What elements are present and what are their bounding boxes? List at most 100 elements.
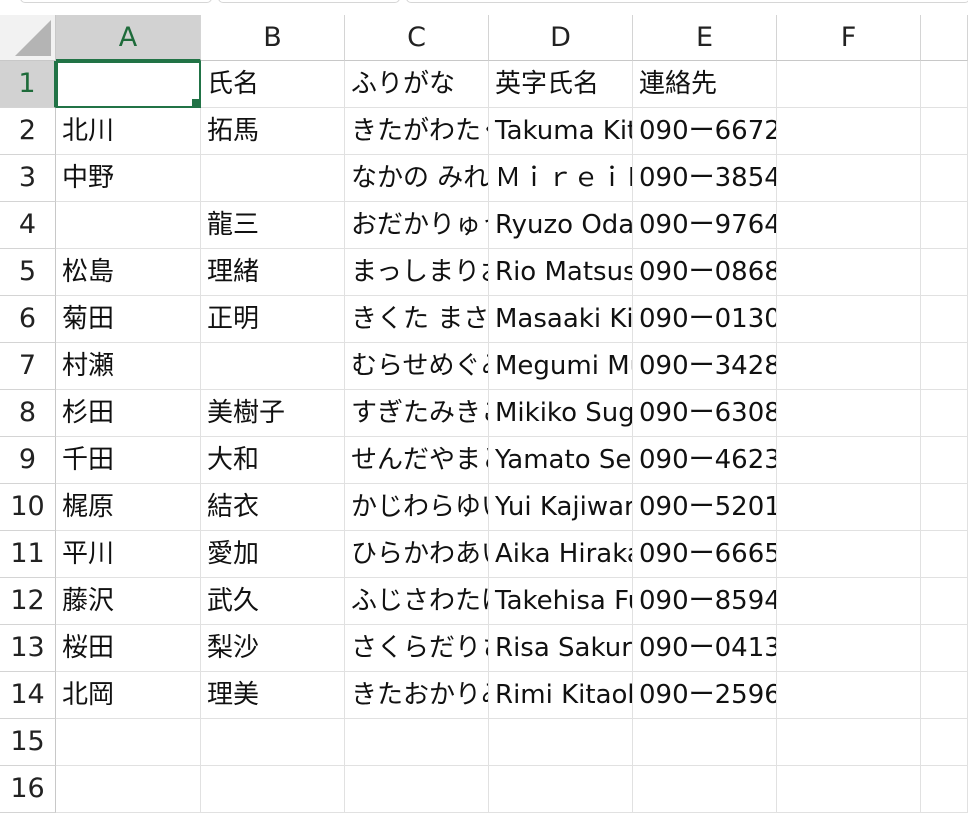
row-header-1[interactable]: 1 (0, 61, 56, 108)
column-header-e[interactable]: E (633, 15, 777, 61)
cell-d1[interactable]: 英字氏名 (489, 61, 633, 108)
column-header-f[interactable]: F (777, 15, 921, 61)
cell-e9[interactable]: 090ー4623ー3826 (633, 437, 777, 484)
cell-c11[interactable]: ひらかわあいか (345, 531, 489, 578)
cell-e13[interactable]: 090ー0413ー7137 (633, 625, 777, 672)
row-header-10[interactable]: 10 (0, 484, 56, 531)
cell-a13[interactable]: 桜田 (56, 625, 201, 672)
cell-f1[interactable] (777, 61, 921, 108)
cell-partial[interactable] (921, 625, 968, 672)
cell-b12[interactable]: 武久 (201, 578, 345, 625)
cell-b11[interactable]: 愛加 (201, 531, 345, 578)
cell-partial[interactable] (921, 390, 968, 437)
row-header-11[interactable]: 11 (0, 531, 56, 578)
cell-c5[interactable]: まっしまりお (345, 249, 489, 296)
cell-e5[interactable]: 090ー0868ー2145 (633, 249, 777, 296)
row-header-8[interactable]: 8 (0, 390, 56, 437)
cell-f14[interactable] (777, 672, 921, 719)
cell-a14[interactable]: 北岡 (56, 672, 201, 719)
cell-c10[interactable]: かじわらゆい (345, 484, 489, 531)
row-header-14[interactable]: 14 (0, 672, 56, 719)
cell-d9[interactable]: Yamato Senda (489, 437, 633, 484)
cell-e15[interactable] (633, 719, 777, 766)
cell-f2[interactable] (777, 108, 921, 155)
cell-d10[interactable]: Yui Kajiwara (489, 484, 633, 531)
cell-e7[interactable]: 090ー3428ー4136 (633, 343, 777, 390)
cell-a8[interactable]: 杉田 (56, 390, 201, 437)
cell-b7[interactable] (201, 343, 345, 390)
cell-d3[interactable]: ＭｉｒｅｉＮａｋａｎｏ (489, 155, 633, 202)
cell-c8[interactable]: すぎたみきこ (345, 390, 489, 437)
cell-d12[interactable]: Takehisa Fujisawa (489, 578, 633, 625)
row-header-6[interactable]: 6 (0, 296, 56, 343)
cell-c13[interactable]: さくらだりさ (345, 625, 489, 672)
cell-f3[interactable] (777, 155, 921, 202)
cell-partial[interactable] (921, 202, 968, 249)
cell-d15[interactable] (489, 719, 633, 766)
cell-c1[interactable]: ふりがな (345, 61, 489, 108)
row-header-3[interactable]: 3 (0, 155, 56, 202)
cell-f6[interactable] (777, 296, 921, 343)
cell-e12[interactable]: 090ー8594ー1581 (633, 578, 777, 625)
column-header-c[interactable]: C (345, 15, 489, 61)
cell-a11[interactable]: 平川 (56, 531, 201, 578)
row-header-4[interactable]: 4 (0, 202, 56, 249)
cell-partial[interactable] (921, 155, 968, 202)
row-header-7[interactable]: 7 (0, 343, 56, 390)
column-header-a[interactable]: A (56, 15, 201, 61)
cell-f11[interactable] (777, 531, 921, 578)
cell-d5[interactable]: Rio Matsushima (489, 249, 633, 296)
cell-d11[interactable]: Aika Hirakawa (489, 531, 633, 578)
cell-a4[interactable] (56, 202, 201, 249)
cell-b5[interactable]: 理緒 (201, 249, 345, 296)
cell-a5[interactable]: 松島 (56, 249, 201, 296)
cell-f10[interactable] (777, 484, 921, 531)
cell-e8[interactable]: 090ー6308ー8690 (633, 390, 777, 437)
cell-e11[interactable]: 090ー6665ー2012 (633, 531, 777, 578)
cell-a9[interactable]: 千田 (56, 437, 201, 484)
row-header-15[interactable]: 15 (0, 719, 56, 766)
column-header-b[interactable]: B (201, 15, 345, 61)
cell-b3[interactable] (201, 155, 345, 202)
cell-f8[interactable] (777, 390, 921, 437)
cell-partial[interactable] (921, 531, 968, 578)
cell-partial[interactable] (921, 296, 968, 343)
cell-b15[interactable] (201, 719, 345, 766)
row-header-12[interactable]: 12 (0, 578, 56, 625)
cell-d4[interactable]: Ryuzo Odaka (489, 202, 633, 249)
cell-c15[interactable] (345, 719, 489, 766)
cell-partial[interactable] (921, 61, 968, 108)
cell-d2[interactable]: Takuma Kitagawa (489, 108, 633, 155)
cell-e10[interactable]: 090ー5201ー5189 (633, 484, 777, 531)
cell-c12[interactable]: ふじさわたけひさ (345, 578, 489, 625)
cell-f5[interactable] (777, 249, 921, 296)
select-all-button[interactable] (0, 15, 56, 61)
cell-d6[interactable]: Masaaki Kikuta (489, 296, 633, 343)
cell-b1[interactable]: 氏名 (201, 61, 345, 108)
cell-e14[interactable]: 090ー2596ー7509 (633, 672, 777, 719)
row-header-13[interactable]: 13 (0, 625, 56, 672)
cell-partial[interactable] (921, 108, 968, 155)
cell-e2[interactable]: 090ー6672ー8595 (633, 108, 777, 155)
cell-partial[interactable] (921, 437, 968, 484)
cell-b9[interactable]: 大和 (201, 437, 345, 484)
cell-f4[interactable] (777, 202, 921, 249)
cell-e4[interactable]: 090ー9764ー9576 (633, 202, 777, 249)
cell-b13[interactable]: 梨沙 (201, 625, 345, 672)
cell-f9[interactable] (777, 437, 921, 484)
row-header-2[interactable]: 2 (0, 108, 56, 155)
cell-b14[interactable]: 理美 (201, 672, 345, 719)
cell-a12[interactable]: 藤沢 (56, 578, 201, 625)
cell-f15[interactable] (777, 719, 921, 766)
cell-b6[interactable]: 正明 (201, 296, 345, 343)
cell-d8[interactable]: Mikiko Sugita (489, 390, 633, 437)
cell-c7[interactable]: むらせめぐみ (345, 343, 489, 390)
row-header-9[interactable]: 9 (0, 437, 56, 484)
cell-b4[interactable]: 龍三 (201, 202, 345, 249)
cell-partial[interactable] (921, 672, 968, 719)
cell-c14[interactable]: きたおかりみ (345, 672, 489, 719)
cell-a3[interactable]: 中野 (56, 155, 201, 202)
column-header-partial[interactable] (921, 15, 968, 61)
cell-a6[interactable]: 菊田 (56, 296, 201, 343)
cell-e3[interactable]: 090ー3854ー2566 (633, 155, 777, 202)
